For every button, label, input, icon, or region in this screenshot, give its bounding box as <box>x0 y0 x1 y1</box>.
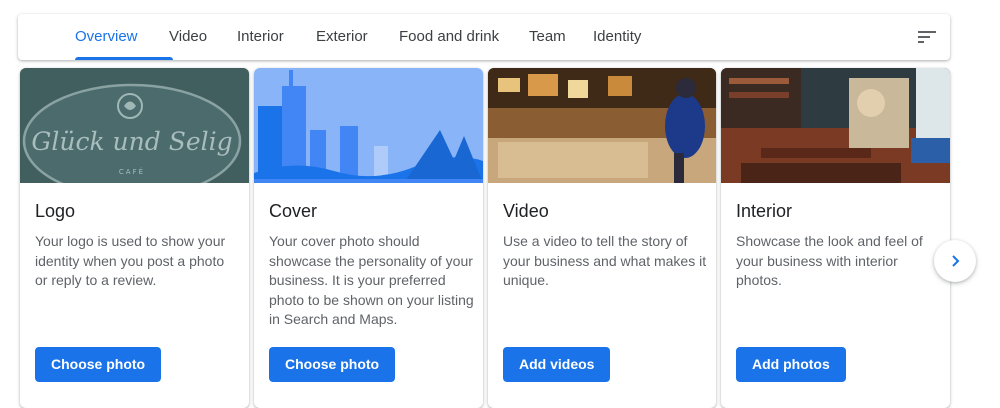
tab-identity[interactable]: Identity <box>593 14 641 60</box>
tab-team[interactable]: Team <box>529 14 566 60</box>
video-photo <box>488 68 716 183</box>
card-description: Your logo is used to show your identity … <box>35 233 226 288</box>
card-description: Use a video to tell the story of your bu… <box>503 233 707 288</box>
tab-overview[interactable]: Overview <box>75 14 138 60</box>
filter-list-icon[interactable] <box>918 29 936 45</box>
card-description: Your cover photo should showcase the per… <box>269 233 474 327</box>
video-card: Video Use a video to tell the story of y… <box>488 68 716 408</box>
card-title: Logo <box>35 201 76 221</box>
card-description: Showcase the look and feel of your busin… <box>736 233 923 288</box>
logo-card: Glück und Selig CAFÉ Logo Your logo is u… <box>20 68 249 408</box>
logo-photo: Glück und Selig CAFÉ <box>20 68 249 183</box>
card-title: Cover <box>269 201 318 221</box>
active-tab-indicator <box>75 57 173 60</box>
photo-category-tabs: Overview Video Interior Exterior Food an… <box>18 14 950 60</box>
logo-image-wordmark: Glück und Selig <box>31 127 232 156</box>
tab-video[interactable]: Video <box>169 14 207 60</box>
cover-card: Cover Your cover photo should showcase t… <box>254 68 483 408</box>
carousel-next-button[interactable] <box>934 240 976 282</box>
cover-illustration <box>254 68 483 183</box>
choose-cover-photo-button[interactable]: Choose photo <box>269 347 396 382</box>
logo-image-subtitle: CAFÉ <box>119 167 145 176</box>
tab-exterior[interactable]: Exterior <box>316 14 368 60</box>
choose-logo-photo-button[interactable]: Choose photo <box>35 347 162 382</box>
interior-card: Interior Showcase the look and feel of y… <box>721 68 950 408</box>
tab-interior[interactable]: Interior <box>237 14 284 60</box>
interior-photo <box>721 68 950 183</box>
add-videos-button[interactable]: Add videos <box>503 347 611 382</box>
card-title: Video <box>503 201 549 221</box>
card-title: Interior <box>736 201 793 221</box>
add-photos-button[interactable]: Add photos <box>736 347 846 382</box>
tab-food-and-drink[interactable]: Food and drink <box>399 14 499 60</box>
chevron-right-icon <box>952 255 960 267</box>
